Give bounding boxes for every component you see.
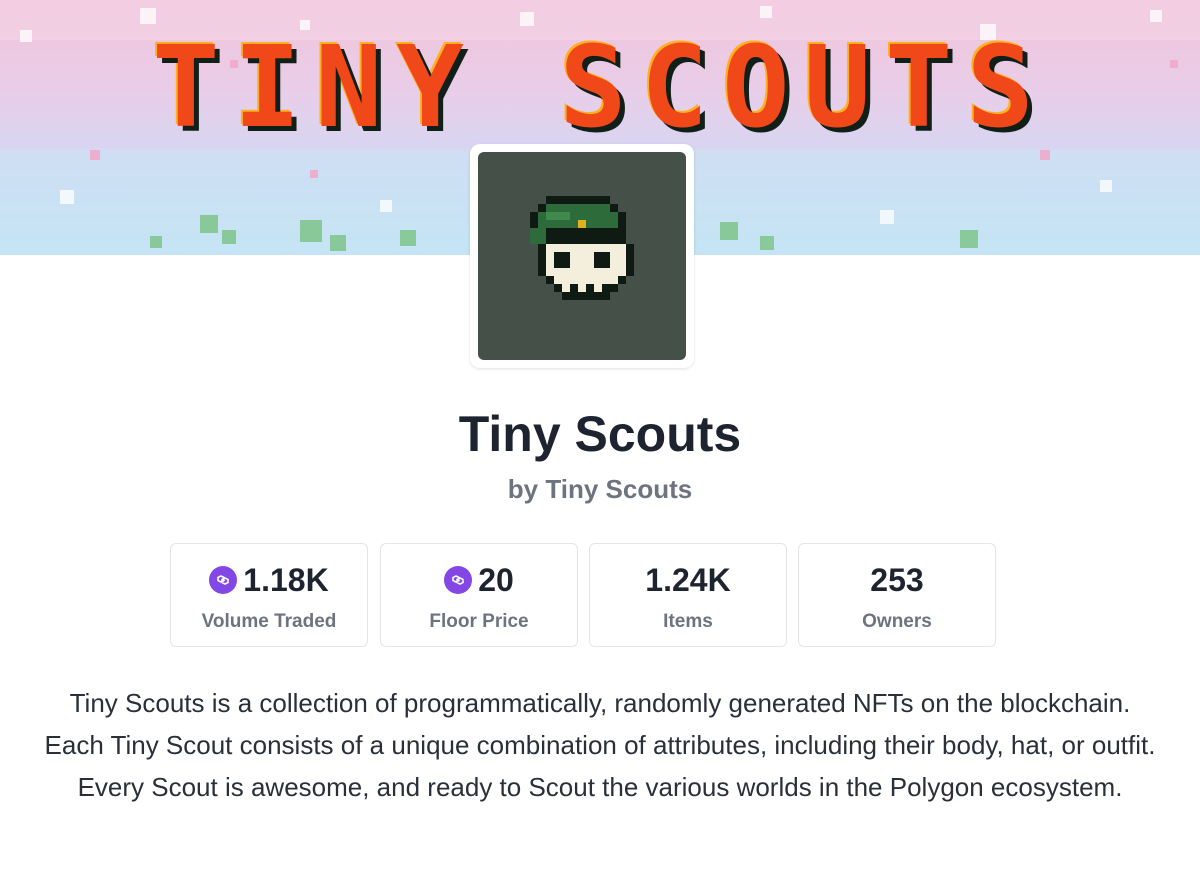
collection-avatar[interactable]: [470, 144, 694, 368]
stat-value: 253: [870, 562, 924, 598]
collection-creator-link[interactable]: by Tiny Scouts: [0, 472, 1200, 506]
stat-volume-traded[interactable]: 1.18K Volume Traded: [170, 543, 368, 647]
stat-owners[interactable]: 253 Owners: [798, 543, 996, 647]
stat-items[interactable]: 1.24K Items: [589, 543, 787, 647]
stat-value-row: 20: [381, 560, 577, 600]
stat-label: Items: [663, 611, 713, 632]
collection-title: Tiny Scouts: [458, 406, 742, 462]
banner-title: TINY SCOUTS: [152, 23, 1048, 153]
stat-label: Owners: [862, 611, 932, 632]
collection-description: Tiny Scouts is a collection of programma…: [44, 688, 1156, 802]
polygon-icon: [444, 566, 473, 594]
polygon-icon: [209, 566, 238, 594]
stats-row: 1.18K Volume Traded 20 Floor Price 1.24K…: [170, 543, 1000, 647]
stat-value: 1.18K: [243, 562, 329, 598]
stat-label: Volume Traded: [201, 611, 337, 632]
avatar-image: [478, 152, 686, 360]
stat-value: 20: [478, 562, 514, 598]
stat-label: Floor Price: [429, 611, 529, 632]
stat-value-row: 253: [799, 560, 995, 600]
stat-value-row: 1.18K: [171, 560, 367, 600]
stat-value-row: 1.24K: [590, 560, 786, 600]
scout-skull-icon: [530, 196, 634, 300]
stat-floor-price[interactable]: 20 Floor Price: [380, 543, 578, 647]
stat-value: 1.24K: [645, 562, 731, 598]
